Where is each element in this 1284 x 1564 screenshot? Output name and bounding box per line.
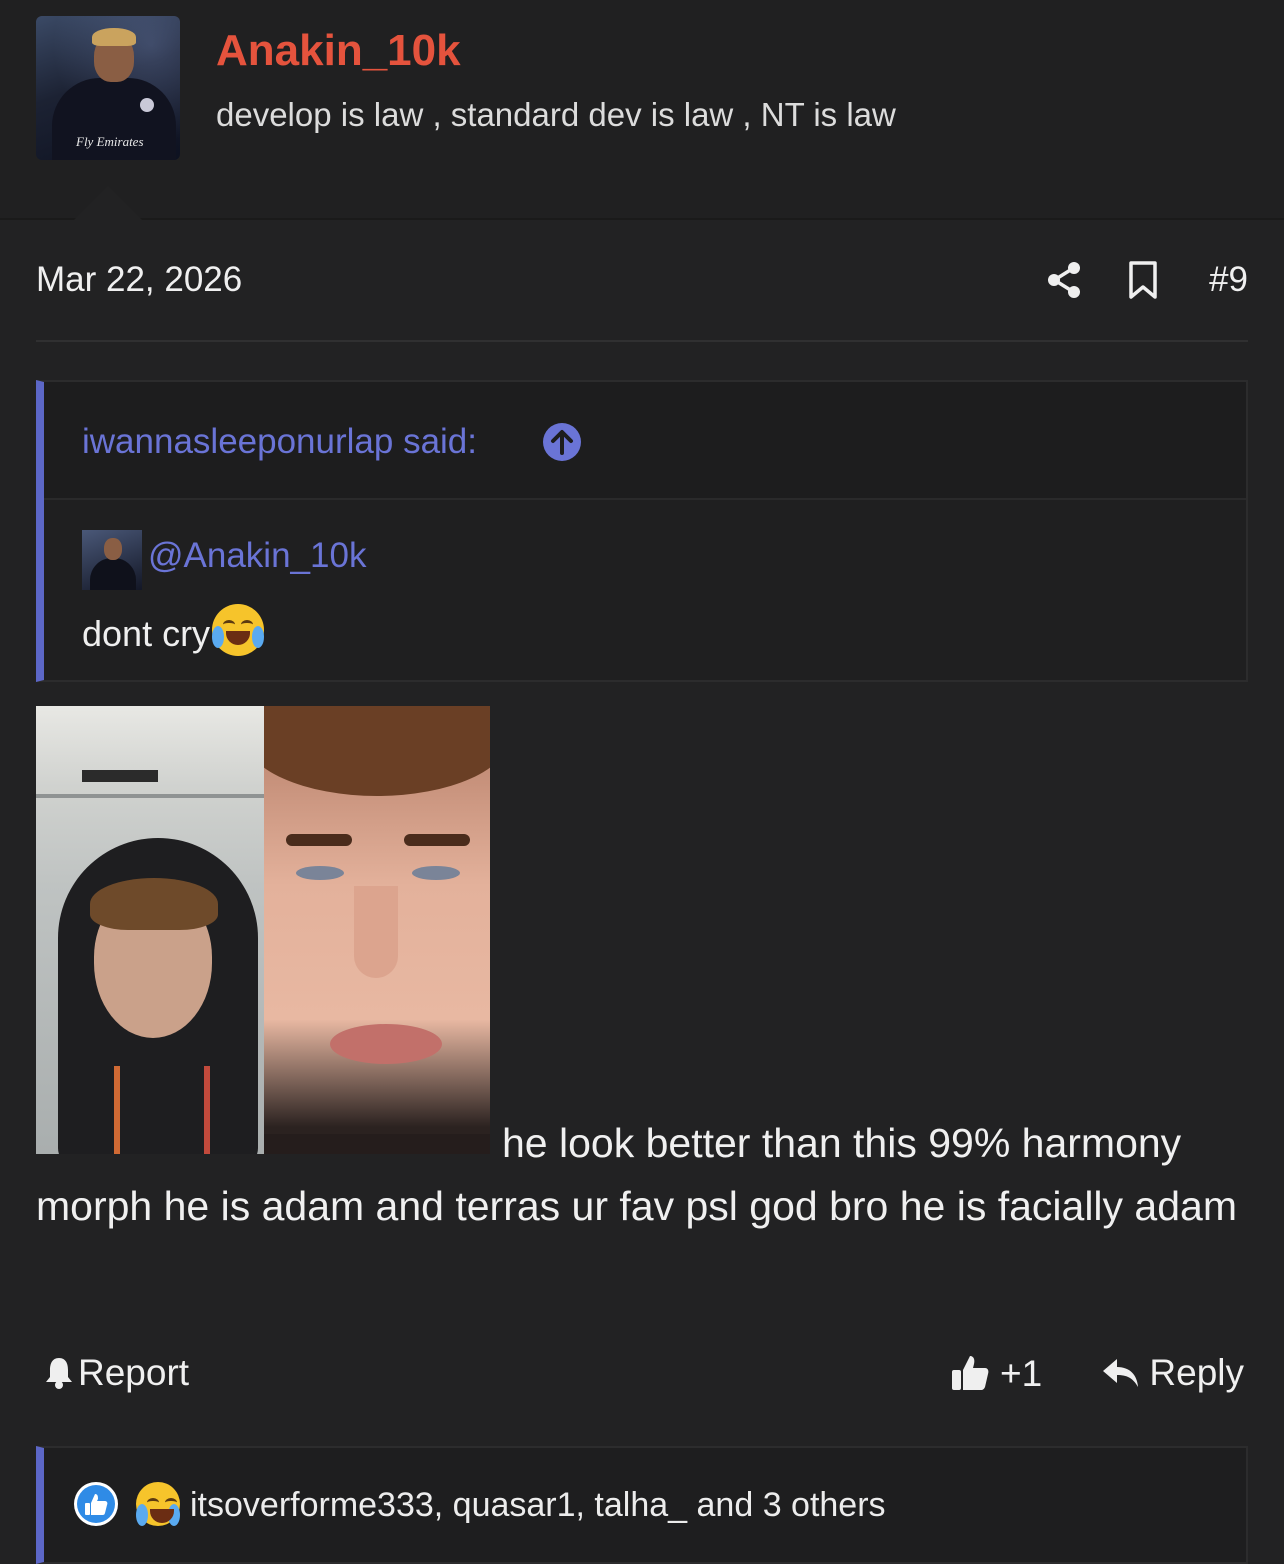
like-count: +1 bbox=[1000, 1353, 1043, 1394]
avatar-crest bbox=[140, 98, 154, 112]
quote-text-content: dont cry bbox=[82, 613, 211, 654]
reactions-bar: itsoverforme333, quasar1, talha_ and 3 o… bbox=[36, 1446, 1248, 1564]
mention-avatar[interactable] bbox=[82, 530, 142, 590]
lips bbox=[330, 1024, 442, 1064]
arrow-up-circle-icon[interactable] bbox=[542, 422, 582, 462]
like-button[interactable]: +1 bbox=[950, 1352, 1042, 1395]
post-date[interactable]: Mar 22, 2026 bbox=[36, 260, 242, 300]
quote-block: iwannasleeponurlap said: @Anakin_10k don… bbox=[36, 380, 1248, 682]
bookmark-icon[interactable] bbox=[1126, 260, 1160, 300]
like-reaction-icon bbox=[74, 1482, 118, 1526]
post-image-morph[interactable] bbox=[264, 706, 490, 1154]
post-body-text: he look better than this 99% harmony mor… bbox=[36, 1120, 1237, 1229]
post-meta-row: Mar 22, 2026 #9 bbox=[36, 258, 1248, 306]
hair bbox=[90, 878, 218, 930]
eye bbox=[296, 866, 344, 880]
post-author-header: Fly Emirates Anakin_10k develop is law ,… bbox=[0, 0, 1284, 220]
reply-arrow-icon bbox=[1103, 1359, 1139, 1387]
avatar-caption: Fly Emirates bbox=[76, 134, 144, 149]
eyebrow bbox=[286, 834, 352, 846]
mention-avatar-body bbox=[90, 558, 136, 590]
reaction-users[interactable]: itsoverforme333, quasar1, talha_ and 3 o… bbox=[190, 1486, 886, 1525]
quote-author[interactable]: iwannasleeponurlap said: bbox=[82, 422, 477, 462]
wall-line bbox=[36, 794, 264, 798]
eyebrow bbox=[404, 834, 470, 846]
post-actions: Report +1 Reply bbox=[36, 1348, 1248, 1400]
quote-header: iwannasleeponurlap said: bbox=[44, 382, 1246, 500]
hair bbox=[264, 706, 490, 796]
user-mention[interactable]: @Anakin_10k bbox=[148, 536, 366, 576]
nose bbox=[354, 886, 398, 978]
reply-button[interactable]: Reply bbox=[1101, 1352, 1244, 1394]
bell-icon bbox=[46, 1358, 72, 1389]
report-button[interactable]: Report bbox=[44, 1352, 189, 1394]
share-icon[interactable] bbox=[1044, 260, 1084, 300]
report-label: Report bbox=[78, 1352, 190, 1393]
reply-label: Reply bbox=[1149, 1352, 1244, 1393]
post-number[interactable]: #9 bbox=[1209, 260, 1248, 300]
author-tagline: develop is law , standard dev is law , N… bbox=[216, 96, 896, 133]
quote-text: dont cry bbox=[82, 604, 265, 656]
ceiling-light bbox=[82, 770, 158, 782]
thumbs-up-icon bbox=[952, 1356, 989, 1390]
thumbs-up-icon bbox=[85, 1494, 108, 1515]
eye bbox=[412, 866, 460, 880]
meta-divider bbox=[36, 340, 1248, 342]
author-avatar[interactable]: Fly Emirates bbox=[36, 16, 180, 160]
like-reaction-circle bbox=[77, 1485, 115, 1523]
header-pointer bbox=[74, 186, 142, 220]
cry-reaction-icon bbox=[134, 1482, 180, 1531]
avatar-figure-hair bbox=[92, 28, 136, 46]
author-username[interactable]: Anakin_10k bbox=[216, 26, 461, 76]
crying-laughing-emoji bbox=[212, 604, 265, 656]
post-image-real-photo[interactable] bbox=[36, 706, 264, 1154]
mention-avatar-head bbox=[104, 538, 122, 560]
crying-laughing-emoji bbox=[136, 1482, 180, 1526]
